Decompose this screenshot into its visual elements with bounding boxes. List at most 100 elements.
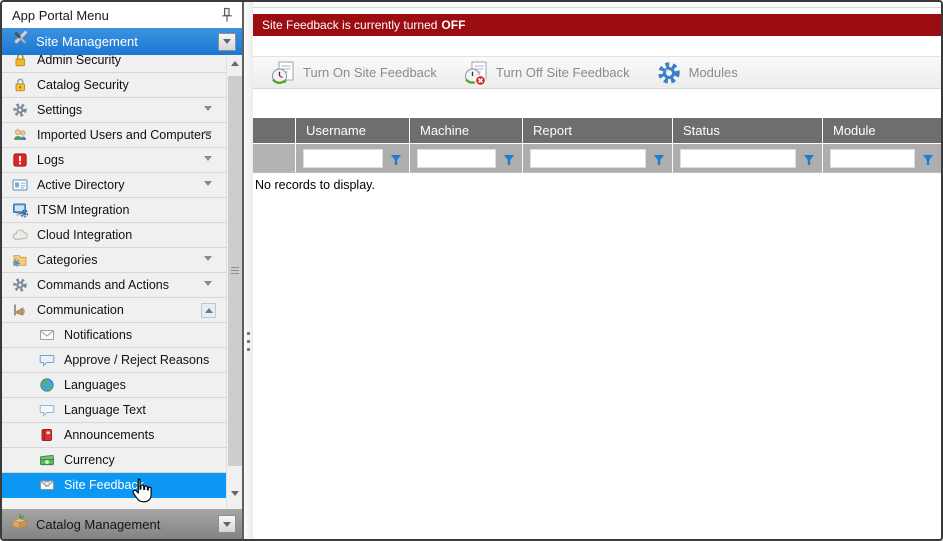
box-icon (10, 512, 29, 536)
sidebar-item-label: Currency (64, 453, 115, 467)
feedback-off-icon (463, 60, 489, 86)
logs-icon (12, 152, 29, 169)
sidebar-item-currency[interactable]: Currency (2, 448, 226, 473)
status-banner: Site Feedback is currently turned OFF (253, 14, 941, 36)
tools-icon (10, 30, 29, 54)
filter-funnel-icon[interactable] (803, 153, 815, 165)
grid-filter-cell-module (822, 143, 941, 173)
grid-header-module[interactable]: Module (822, 118, 941, 143)
sidebar-header: App Portal Menu (2, 2, 242, 28)
sidebar-item-label: ITSM Integration (37, 203, 129, 217)
sidebar-group-catalog-management[interactable]: Catalog Management (2, 509, 242, 539)
gear-icon (12, 277, 29, 294)
group-label: Catalog Management (36, 517, 218, 532)
grid-header-status[interactable]: Status (672, 118, 822, 143)
grid-filter-cell-username (295, 143, 409, 173)
chevron-up-icon (205, 308, 213, 313)
sidebar-item-active-directory[interactable]: Active Directory (2, 173, 226, 198)
folder-gear-icon (12, 252, 29, 269)
grid-header-report[interactable]: Report (522, 118, 672, 143)
toolbar-button-label: Turn On Site Feedback (303, 65, 437, 80)
sidebar-scrollbar[interactable] (226, 55, 242, 509)
contact-card-icon (12, 177, 29, 194)
sidebar-item-commands-and-actions[interactable]: Commands and Actions (2, 273, 226, 298)
sidebar-item-admin-security[interactable]: Admin Security (2, 55, 226, 73)
sidebar-item-label: Commands and Actions (37, 278, 169, 292)
sidebar-item-label: Site Feedback (64, 478, 144, 492)
sidebar-item-site-feedback[interactable]: Site Feedback (2, 473, 226, 498)
sidebar-item-logs[interactable]: Logs (2, 148, 226, 173)
group-dropdown-button[interactable] (218, 515, 236, 533)
scroll-down-button[interactable] (227, 485, 242, 502)
empty-grid-message: No records to display. (253, 178, 941, 192)
sidebar-item-label: Language Text (64, 403, 146, 417)
module-filter-input[interactable] (830, 149, 915, 168)
sidebar-item-notifications[interactable]: Notifications (2, 323, 226, 348)
sidebar-item-catalog-security[interactable]: Catalog Security (2, 73, 226, 98)
sidebar-item-label: Logs (37, 153, 64, 167)
toolbar-button-label: Turn Off Site Feedback (496, 65, 630, 80)
grid-header-machine[interactable]: Machine (409, 118, 522, 143)
envelope-icon (39, 327, 56, 344)
sidebar-item-languages[interactable]: Languages (2, 373, 226, 398)
grid-filter-cell-report (522, 143, 672, 173)
status-banner-emphasis: OFF (441, 18, 465, 32)
sidebar-group-site-management[interactable]: Site Management (2, 28, 242, 55)
gear-icon (12, 102, 29, 119)
sidebar-item-approve-reject-reasons[interactable]: Approve / Reject Reasons (2, 348, 226, 373)
turn-on-site-feedback-button[interactable]: Turn On Site Feedback (257, 57, 450, 88)
sidebar-item-language-text[interactable]: Language Text (2, 398, 226, 423)
scrollbar-thumb[interactable] (228, 76, 242, 466)
app-window: App Portal Menu Site Management (0, 0, 943, 541)
grid-filter-cell-machine (409, 143, 522, 173)
chevron-down-icon[interactable] (204, 156, 212, 161)
turn-off-site-feedback-button[interactable]: Turn Off Site Feedback (450, 57, 643, 88)
sidebar-item-itsm-integration[interactable]: ITSM Integration (2, 198, 226, 223)
sidebar: App Portal Menu Site Management (2, 2, 244, 539)
modules-button[interactable]: Modules (643, 57, 751, 88)
filter-funnel-icon[interactable] (390, 153, 402, 165)
chevron-down-icon (223, 39, 231, 44)
sidebar-item-imported-users-and-computers[interactable]: Imported Users and Computers (2, 123, 226, 148)
chevron-down-icon[interactable] (204, 181, 212, 186)
toolbar: Turn On Site Feedback Turn Off Site Feed… (253, 56, 941, 89)
pin-icon[interactable] (220, 7, 234, 23)
toolbar-button-label: Modules (689, 65, 738, 80)
scroll-down-icon (231, 491, 239, 496)
status-filter-input[interactable] (680, 149, 796, 168)
chevron-down-icon (223, 522, 231, 527)
grid-header-username[interactable]: Username (295, 118, 409, 143)
sidebar-item-cloud-integration[interactable]: Cloud Integration (2, 223, 226, 248)
speech-bubble-icon (39, 352, 56, 369)
chevron-down-icon[interactable] (204, 106, 212, 111)
machine-filter-input[interactable] (417, 149, 496, 168)
report-filter-input[interactable] (530, 149, 646, 168)
grid-filter-indicator-cell (253, 143, 295, 173)
filter-funnel-icon[interactable] (503, 153, 515, 165)
scroll-up-icon (231, 61, 239, 66)
money-icon (39, 452, 56, 469)
chevron-down-icon[interactable] (204, 256, 212, 261)
chevron-down-icon[interactable] (204, 281, 212, 286)
grid-header-row: Username Machine Report Status Module (253, 118, 941, 143)
panel-splitter[interactable] (244, 2, 253, 539)
speech-bubble-icon (39, 402, 56, 419)
sidebar-item-categories[interactable]: Categories (2, 248, 226, 273)
username-filter-input[interactable] (303, 149, 383, 168)
sidebar-item-settings[interactable]: Settings (2, 98, 226, 123)
sidebar-menu: Admin Security Catalog Security Settings (2, 55, 242, 509)
scroll-up-button[interactable] (227, 55, 242, 72)
sidebar-item-communication[interactable]: Communication (2, 298, 226, 323)
sidebar-item-announcements[interactable]: Announcements (2, 423, 226, 448)
chevron-down-icon[interactable] (204, 131, 212, 136)
main-content: Site Feedback is currently turned OFF Tu… (253, 2, 941, 539)
filter-funnel-icon[interactable] (922, 153, 934, 165)
cloud-icon (12, 227, 29, 244)
sidebar-item-label: Admin Security (37, 55, 121, 67)
sidebar-item-label: Settings (37, 103, 82, 117)
monitor-gear-icon (12, 202, 29, 219)
collapse-button[interactable] (201, 303, 216, 318)
filter-funnel-icon[interactable] (653, 153, 665, 165)
group-dropdown-button[interactable] (218, 33, 236, 51)
sidebar-item-label: Imported Users and Computers (37, 128, 211, 142)
